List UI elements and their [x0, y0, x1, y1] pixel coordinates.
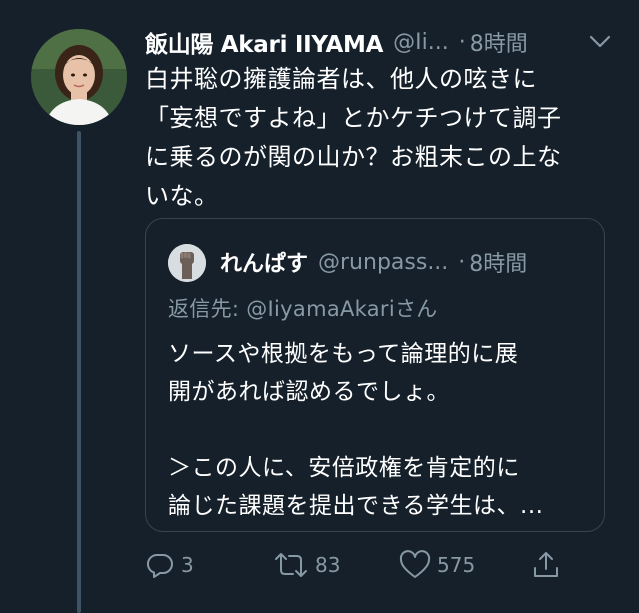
- raised-fist-avatar-icon: [168, 244, 206, 282]
- chevron-down-icon: [589, 35, 611, 48]
- tweet-text-line: に乗るのが関の山か？お粗末この上な: [145, 143, 562, 171]
- reply-count: 3: [181, 553, 194, 577]
- author-display-name[interactable]: 飯山陽 Akari IIYAMA: [145, 25, 383, 59]
- quoted-author-avatar[interactable]: [168, 244, 206, 282]
- share-icon: [534, 552, 558, 577]
- retweet-icon: [275, 553, 307, 577]
- tweet-text-line: 白井聡の擁護論者は、他人の呟きに: [145, 65, 537, 93]
- separator-dot: ·: [458, 29, 466, 55]
- quoted-tweet-body: ソースや根拠をもって論理的に展 開があれば認めるでしょ。 ＞この人に、安倍政権を…: [168, 335, 588, 525]
- tweet-actions-bar: 3 83 575: [145, 548, 605, 582]
- tweet-header: 飯山陽 Akari IIYAMA @Ii... · 8時間: [145, 24, 625, 60]
- author-avatar[interactable]: [31, 29, 127, 125]
- quoted-author-handle[interactable]: @runpass...: [318, 250, 448, 275]
- heart-icon: [399, 550, 431, 578]
- tweet-timestamp[interactable]: 8時間: [470, 26, 528, 58]
- quoted-text-line: 論じた課題を提出できる学生は、...: [168, 493, 544, 519]
- quoted-text-line: [168, 411, 588, 449]
- retweet-count: 83: [315, 553, 341, 577]
- quoted-text-line: ソースや根拠をもって論理的に展: [168, 341, 519, 367]
- reply-to-label[interactable]: 返信先: @IiyamaAkariさん: [168, 293, 438, 323]
- more-options-button[interactable]: [588, 33, 612, 51]
- tweet-text-line: 「妄想ですよね」とかケチつけて調子: [145, 104, 562, 132]
- quoted-text-line: ＞この人に、安倍政権を肯定的に: [168, 455, 520, 481]
- reply-icon: [146, 553, 173, 578]
- quoted-tweet-card[interactable]: れんぱす @runpass... · 8時間 返信先: @IiyamaAkari…: [145, 218, 605, 532]
- author-handle[interactable]: @Ii...: [393, 30, 449, 55]
- like-button[interactable]: 575: [399, 548, 475, 582]
- avatar-photo-icon: [31, 29, 127, 125]
- separator-dot: ·: [458, 249, 466, 275]
- retweet-button[interactable]: 83: [273, 548, 340, 582]
- share-button[interactable]: [531, 548, 561, 582]
- tweet-view: 飯山陽 Akari IIYAMA @Ii... · 8時間 白井聡の擁護論者は、…: [0, 0, 639, 613]
- quoted-author-display-name[interactable]: れんぱす: [220, 246, 308, 278]
- quoted-tweet-header: れんぱす @runpass... · 8時間: [220, 243, 600, 281]
- quoted-tweet-timestamp[interactable]: 8時間: [469, 246, 527, 278]
- thread-connector-line: [77, 131, 81, 613]
- quoted-text-line: 開があれば認めるでしょ。: [168, 379, 450, 405]
- reply-button[interactable]: 3: [145, 548, 194, 582]
- tweet-body: 白井聡の擁護論者は、他人の呟きに 「妄想ですよね」とかケチつけて調子 に乗るのが…: [145, 60, 595, 216]
- like-count: 575: [437, 553, 476, 577]
- tweet-text-line: いな。: [145, 182, 219, 210]
